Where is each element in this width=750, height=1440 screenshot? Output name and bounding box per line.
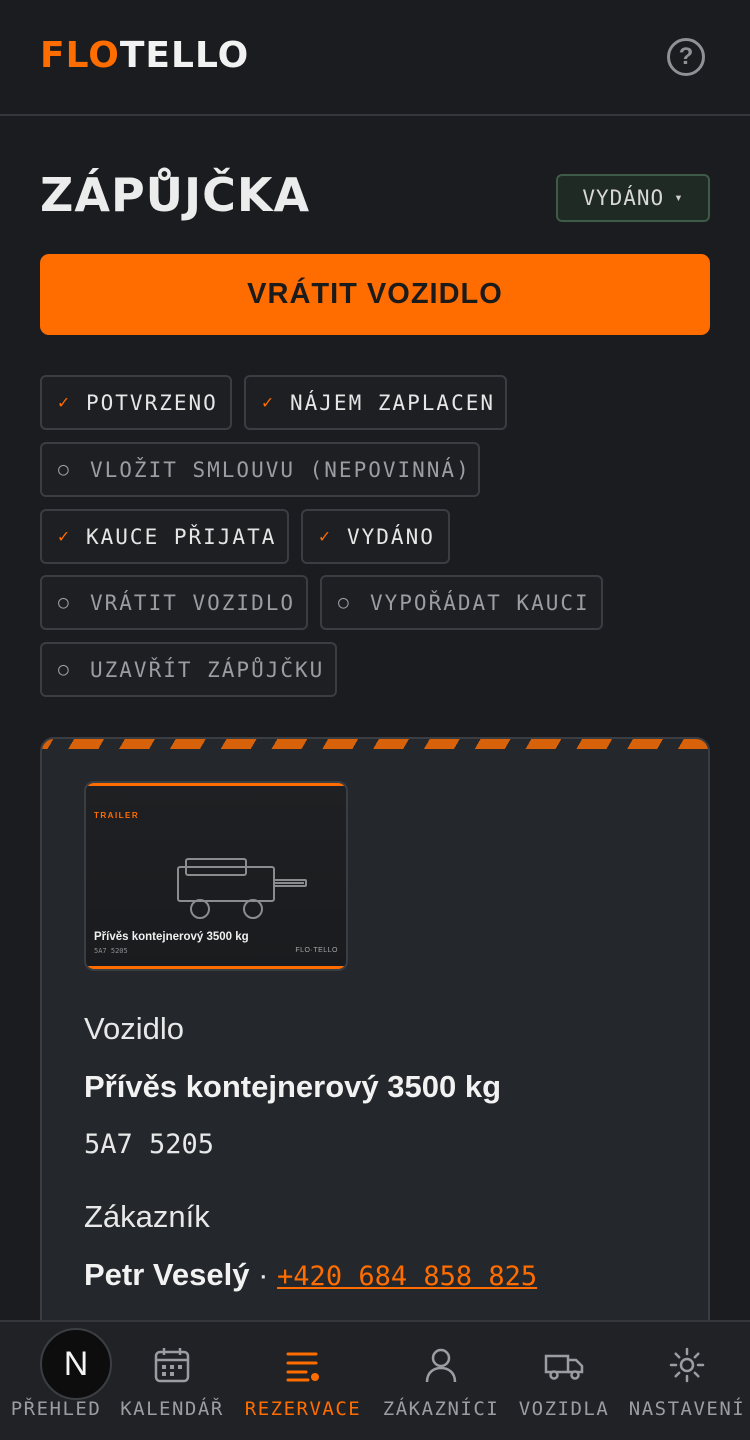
nav-item-customers[interactable]: ZÁKAZNÍCI xyxy=(376,1322,506,1440)
customer-phone-link[interactable]: +420 684 858 825 xyxy=(277,1261,537,1292)
logo-part-b: TELLO xyxy=(119,35,250,76)
step-chip[interactable]: ✓ KAUCE PŘIJATA xyxy=(40,509,289,564)
step-label: KAUCE PŘIJATA xyxy=(86,524,277,549)
calendar-icon xyxy=(154,1348,190,1383)
vehicle-thumbnail[interactable]: TRAILER Přívěs kontejnerový 3500 kg 5A7 … xyxy=(84,781,348,971)
customer-line: Petr Veselý · +420 684 858 825 xyxy=(84,1257,537,1293)
logo-part-a: FLO xyxy=(40,35,120,76)
return-vehicle-button[interactable]: VRÁTIT VOZIDLO xyxy=(40,254,710,335)
rental-detail-card: TRAILER Přívěs kontejnerový 3500 kg 5A7 … xyxy=(40,737,710,1377)
nav-label: KALENDÁŘ xyxy=(120,1398,224,1420)
step-chip[interactable]: ✓ NÁJEM ZAPLACEN xyxy=(244,375,507,430)
nav-label: PŘEHLED xyxy=(10,1398,102,1420)
check-icon: ✓ xyxy=(262,392,275,413)
step-label: UZAVŘÍT ZÁPŮJČKU xyxy=(90,657,325,682)
vehicle-name: Přívěs kontejnerový 3500 kg xyxy=(84,1069,502,1104)
step-chip[interactable]: ✓ POTVRZENO xyxy=(40,375,232,430)
step-chip[interactable]: ✓ VYDÁNO xyxy=(301,509,450,564)
thumbnail-plate: 5A7 5205 xyxy=(94,947,128,955)
step-label: POTVRZENO xyxy=(86,390,218,415)
vehicle-label: Vozidlo xyxy=(84,1011,184,1046)
thumbnail-brand: FLO·TELLO xyxy=(295,947,338,954)
step-label: NÁJEM ZAPLACEN xyxy=(290,390,496,415)
check-icon: ✓ xyxy=(58,392,71,413)
step-label: VYDÁNO xyxy=(347,524,435,549)
nav-label: NASTAVENÍ xyxy=(628,1398,746,1420)
truck-icon xyxy=(544,1354,584,1380)
step-label: VYPOŘÁDAT KAUCI xyxy=(370,590,590,615)
thumbnail-title: Přívěs kontejnerový 3500 kg xyxy=(94,931,249,943)
thumbnail-bottom-accent xyxy=(86,966,346,969)
list-icon xyxy=(286,1352,319,1382)
step-chip[interactable]: ○ VRÁTIT VOZIDLO xyxy=(40,575,308,630)
bottom-navigation: PŘEHLED KALENDÁŘ REZERVACE ZÁKAZNÍCI VOZ… xyxy=(0,1320,750,1440)
circle-icon: ○ xyxy=(58,659,71,680)
check-icon: ✓ xyxy=(58,526,71,547)
nav-label: ZÁKAZNÍCI xyxy=(382,1398,500,1420)
nav-item-settings[interactable]: NASTAVENÍ xyxy=(624,1322,750,1440)
chevron-down-icon: ▾ xyxy=(674,190,684,206)
nav-item-reservations[interactable]: REZERVACE xyxy=(238,1322,368,1440)
step-chip[interactable]: ○ VLOŽIT SMLOUVU (NEPOVINNÁ) xyxy=(40,442,480,497)
circle-icon: ○ xyxy=(58,459,71,480)
separator: · xyxy=(258,1257,269,1292)
step-label: VLOŽIT SMLOUVU (NEPOVINNÁ) xyxy=(90,457,471,482)
customer-label: Zákazník xyxy=(84,1199,210,1234)
circle-icon: ○ xyxy=(58,592,71,613)
nav-label: VOZIDLA xyxy=(518,1398,610,1420)
step-label: VRÁTIT VOZIDLO xyxy=(90,590,296,615)
customer-name[interactable]: Petr Veselý xyxy=(84,1257,249,1292)
step-chip[interactable]: ○ VYPOŘÁDAT KAUCI xyxy=(320,575,603,630)
circle-icon: ○ xyxy=(338,592,351,613)
step-chip[interactable]: ○ UZAVŘÍT ZÁPŮJČKU xyxy=(40,642,337,697)
top-bar: FLOTELLO ? xyxy=(0,0,750,116)
status-dropdown[interactable]: VYDÁNO ▾ xyxy=(556,174,710,222)
check-icon: ✓ xyxy=(319,526,332,547)
vehicle-plate: 5A7 5205 xyxy=(84,1129,215,1160)
hazard-stripe xyxy=(42,739,708,749)
nav-item-calendar[interactable]: KALENDÁŘ xyxy=(112,1322,232,1440)
page-title: ZÁPŮJČKA xyxy=(40,168,311,222)
help-icon[interactable]: ? xyxy=(667,38,705,76)
status-value: VYDÁNO xyxy=(582,186,665,210)
nav-label: REZERVACE xyxy=(244,1398,362,1420)
logo[interactable]: FLOTELLO xyxy=(40,36,249,76)
gear-icon xyxy=(669,1347,705,1383)
avatar[interactable]: N xyxy=(40,1328,112,1400)
user-icon xyxy=(425,1348,457,1383)
nav-item-vehicles[interactable]: VOZIDLA xyxy=(510,1322,618,1440)
